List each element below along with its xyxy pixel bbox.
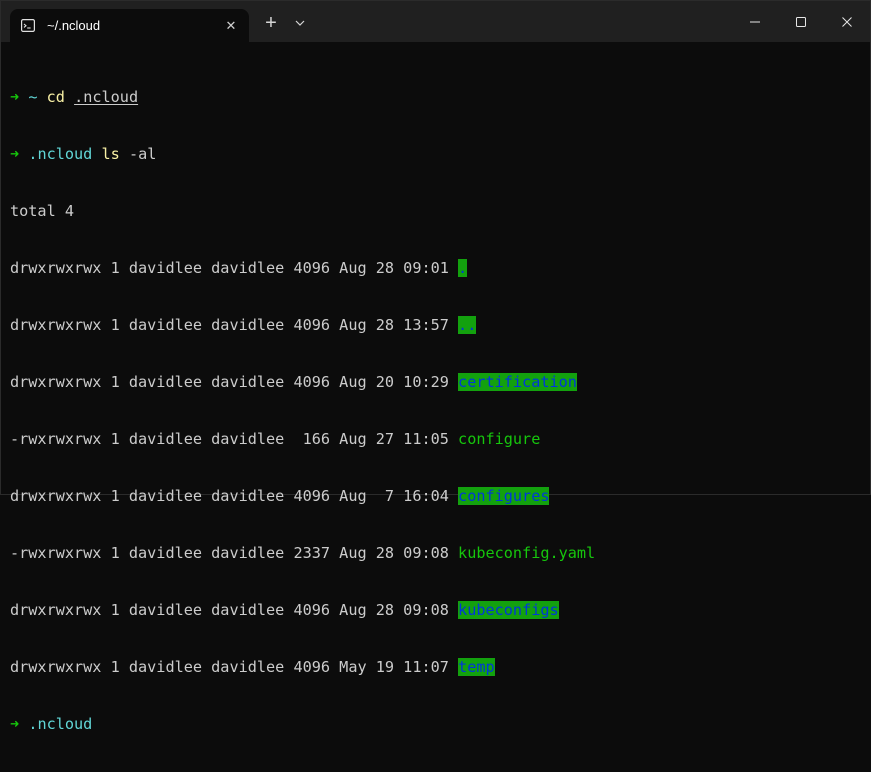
entry-name: . (458, 259, 468, 277)
terminal-output[interactable]: ➜ ~ cd .ncloud ➜ .ncloud ls -al total 4 … (10, 50, 870, 733)
listing-row: drwxrwxrwx 1 davidlee davidlee 4096 Aug … (10, 373, 870, 392)
command-name: cd (46, 88, 65, 106)
listing-row: drwxrwxrwx 1 davidlee davidlee 4096 Aug … (10, 316, 870, 335)
tab-title: ~/.ncloud (47, 18, 101, 33)
minimize-button[interactable] (732, 1, 778, 42)
terminal-icon (21, 19, 35, 32)
listing-row: drwxrwxrwx 1 davidlee davidlee 4096 Aug … (10, 259, 870, 278)
prompt-cwd: .ncloud (28, 715, 93, 733)
minimize-icon (750, 21, 760, 22)
command-argument: -al (128, 145, 157, 163)
tab-close-button[interactable]: ✕ (219, 14, 243, 38)
entry-meta: drwxrwxrwx 1 davidlee davidlee 4096 Aug … (10, 316, 459, 334)
entry-name: certification (458, 373, 577, 391)
entry-name: kubeconfig.yaml (458, 544, 596, 562)
close-window-button[interactable] (824, 1, 870, 42)
terminal-window: ~/.ncloud ✕ + ➜ ~ cd .ncloud ➜ .ncloud l… (0, 0, 871, 733)
entry-meta: drwxrwxrwx 1 davidlee davidlee 4096 Aug … (10, 259, 459, 277)
prompt-arrow: ➜ (10, 715, 20, 733)
prompt-cwd: .ncloud (28, 145, 93, 163)
close-window-icon (842, 16, 852, 27)
tab-ncloud[interactable]: ~/.ncloud ✕ (10, 9, 249, 42)
plus-icon: + (265, 11, 277, 34)
prompt-arrow: ➜ (10, 145, 20, 163)
listing-row: drwxrwxrwx 1 davidlee davidlee 4096 May … (10, 658, 870, 677)
listing-row: drwxrwxrwx 1 davidlee davidlee 4096 Aug … (10, 601, 870, 620)
prompt-arrow: ➜ (10, 88, 20, 106)
entry-meta: -rwxrwxrwx 1 davidlee davidlee 2337 Aug … (10, 544, 459, 562)
prompt-line: ➜ .ncloud (10, 715, 870, 734)
entry-name: kubeconfigs (458, 601, 559, 619)
tab-dropdown-button[interactable] (287, 9, 313, 37)
prompt-line: ➜ .ncloud ls -al (10, 145, 870, 164)
listing-row: -rwxrwxrwx 1 davidlee davidlee 2337 Aug … (10, 544, 870, 563)
entry-meta: drwxrwxrwx 1 davidlee davidlee 4096 May … (10, 658, 459, 676)
title-bar[interactable]: ~/.ncloud ✕ + (1, 1, 870, 42)
entry-name: configure (458, 430, 541, 448)
maximize-button[interactable] (778, 1, 824, 42)
close-icon: ✕ (225, 17, 237, 33)
entry-name: temp (458, 658, 495, 676)
entry-meta: -rwxrwxrwx 1 davidlee davidlee 166 Aug 2… (10, 430, 459, 448)
command-name: ls (101, 145, 120, 163)
output-line: total 4 (10, 202, 75, 220)
prompt-line: ➜ ~ cd .ncloud (10, 88, 870, 107)
entry-name: configures (458, 487, 550, 505)
prompt-cwd: ~ (28, 88, 38, 106)
maximize-icon (796, 16, 806, 27)
entry-meta: drwxrwxrwx 1 davidlee davidlee 4096 Aug … (10, 601, 459, 619)
entry-meta: drwxrwxrwx 1 davidlee davidlee 4096 Aug … (10, 373, 459, 391)
listing-row: drwxrwxrwx 1 davidlee davidlee 4096 Aug … (10, 487, 870, 506)
listing-row: -rwxrwxrwx 1 davidlee davidlee 166 Aug 2… (10, 430, 870, 449)
entry-meta: drwxrwxrwx 1 davidlee davidlee 4096 Aug … (10, 487, 459, 505)
new-tab-button[interactable]: + (256, 9, 286, 37)
command-argument: .ncloud (74, 88, 139, 106)
entry-name: .. (458, 316, 477, 334)
chevron-down-icon (295, 20, 305, 26)
